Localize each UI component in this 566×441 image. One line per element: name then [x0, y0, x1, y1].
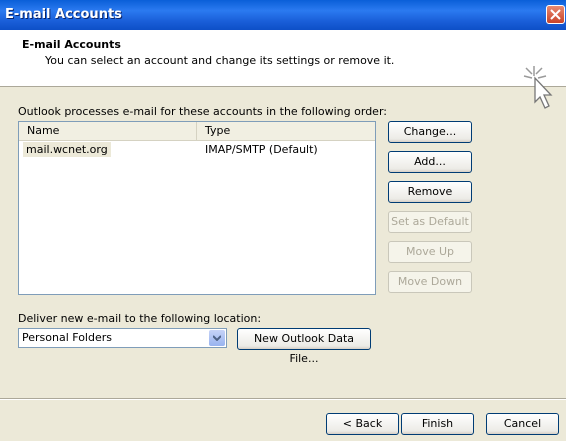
header-subtitle: You can select an account and change its… — [45, 54, 395, 67]
wizard-sparkle-cursor-icon — [523, 66, 553, 109]
dropdown-button[interactable] — [209, 330, 225, 346]
column-header-name[interactable]: Name — [19, 122, 197, 140]
move-down-button[interactable]: Move Down — [388, 271, 472, 293]
accounts-order-label: Outlook processes e-mail for these accou… — [18, 105, 387, 118]
table-row[interactable]: mail.wcnet.org IMAP/SMTP (Default) — [19, 141, 375, 158]
set-as-default-button[interactable]: Set as Default — [388, 211, 472, 233]
list-header: Name Type — [19, 122, 375, 141]
delivery-location-select[interactable]: Personal Folders — [18, 328, 227, 348]
chevron-down-icon — [213, 335, 221, 341]
wizard-header: E-mail Accounts You can select an accoun… — [0, 30, 566, 109]
move-up-button[interactable]: Move Up — [388, 241, 472, 263]
add-button[interactable]: Add... — [388, 151, 472, 173]
header-title: E-mail Accounts — [22, 38, 121, 51]
account-type: IMAP/SMTP (Default) — [205, 143, 318, 156]
close-icon — [550, 9, 561, 20]
back-button[interactable]: < Back — [326, 413, 399, 435]
accounts-list[interactable]: Name Type mail.wcnet.org IMAP/SMTP (Defa… — [18, 121, 376, 295]
window-title: E-mail Accounts — [5, 7, 122, 22]
remove-button[interactable]: Remove — [388, 181, 472, 203]
account-name: mail.wcnet.org — [23, 142, 111, 157]
title-bar[interactable]: E-mail Accounts — [0, 0, 566, 30]
delivery-location-value: Personal Folders — [22, 331, 112, 344]
footer-separator — [0, 398, 566, 400]
deliver-label: Deliver new e-mail to the following loca… — [18, 312, 262, 325]
cancel-button[interactable]: Cancel — [486, 413, 559, 435]
new-outlook-data-file-button[interactable]: New Outlook Data File... — [237, 328, 371, 365]
column-header-type[interactable]: Type — [197, 122, 375, 140]
close-button[interactable] — [546, 5, 565, 24]
finish-button[interactable]: Finish — [401, 413, 474, 435]
change-button[interactable]: Change... — [388, 121, 472, 143]
